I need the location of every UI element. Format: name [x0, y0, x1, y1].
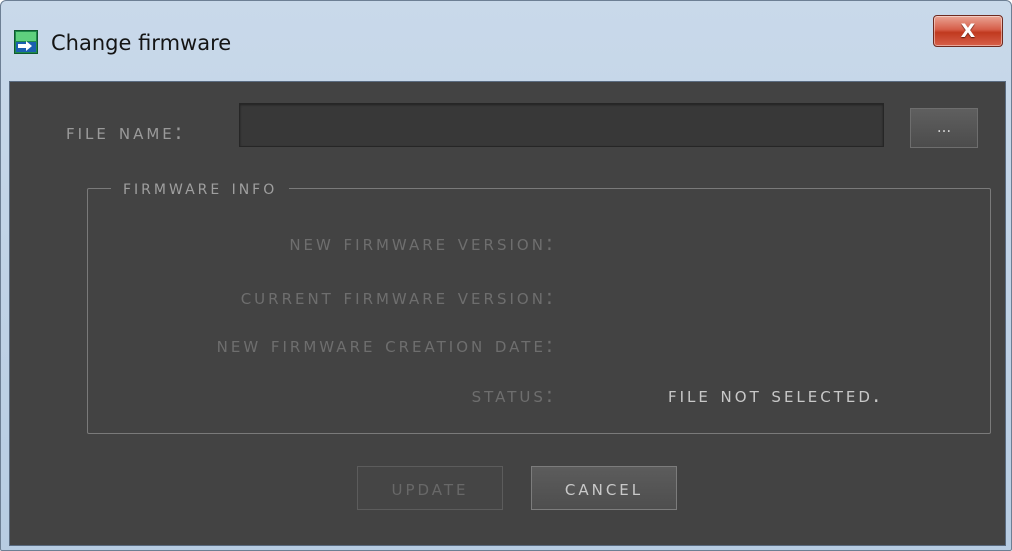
change-firmware-dialog: Change firmware X File name: ... Firmwar…: [0, 0, 1012, 551]
close-icon: X: [960, 20, 976, 42]
cancel-button[interactable]: Cancel: [531, 466, 677, 510]
dialog-body: File name: ... Firmware info New firmwar…: [9, 81, 1006, 546]
browse-button[interactable]: ...: [910, 108, 978, 148]
file-name-input[interactable]: [239, 103, 884, 147]
title-bar[interactable]: Change firmware X: [1, 1, 1011, 81]
firmware-creation-date-label: New firmware creation date:: [216, 333, 556, 357]
firmware-info-legend: Firmware info: [111, 174, 290, 200]
status-label: Status:: [471, 383, 556, 407]
window-title: Change firmware: [51, 31, 232, 55]
update-button[interactable]: Update: [357, 466, 503, 510]
new-firmware-version-label: New firmware version:: [289, 231, 556, 255]
file-name-label: File name:: [66, 120, 186, 145]
firmware-info-group: Firmware info New firmware version: Curr…: [87, 174, 991, 434]
status-value: File not selected.: [668, 383, 883, 407]
app-window-icon: [14, 30, 38, 54]
close-button[interactable]: X: [933, 15, 1003, 47]
current-firmware-version-label: Current firmware version:: [240, 285, 556, 309]
